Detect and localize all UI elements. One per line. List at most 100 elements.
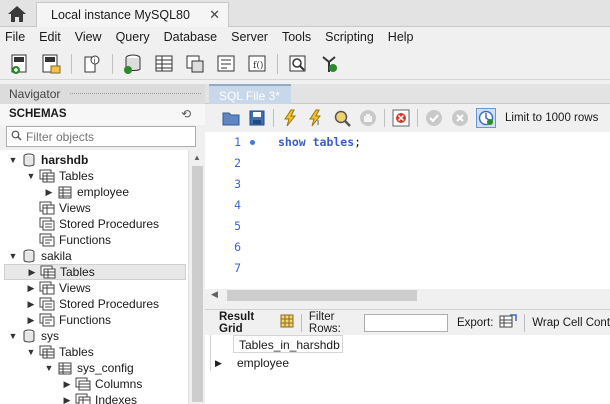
tree-item-sys[interactable]: ▼ sys [8, 328, 59, 344]
create-schema-icon[interactable] [122, 53, 144, 75]
result-grid-tab[interactable]: Result Grid [219, 311, 272, 335]
filter-rows-label: Filter Rows: [308, 310, 341, 335]
tree-scrollbar[interactable]: ▲ [188, 150, 205, 404]
svg-text:i: i [94, 57, 96, 65]
filter-rows-input[interactable] [363, 313, 448, 332]
export-icon[interactable] [499, 313, 518, 332]
menu-query[interactable]: Query [116, 30, 150, 44]
save-icon[interactable] [247, 108, 267, 128]
limit-rows-select[interactable]: Limit to 1000 rows [505, 112, 598, 124]
line-number: 3 [234, 177, 241, 191]
indexes-folder-icon [75, 393, 91, 404]
tree-item-columns[interactable]: ▶ Columns [62, 376, 143, 392]
tree-item-sakila-tables[interactable]: ▶ Tables [4, 264, 186, 280]
toolbar-separator [417, 109, 418, 127]
reconnect-icon[interactable] [318, 53, 340, 75]
rollback-x-icon[interactable] [450, 108, 470, 128]
tab-sql-file-3[interactable]: SQL File 3* [209, 84, 291, 104]
explain-magnifier-icon[interactable] [332, 108, 352, 128]
scroll-up-icon[interactable]: ▲ [193, 153, 201, 162]
tree-item-sakila-views[interactable]: ▶ Views [26, 280, 91, 296]
menu-file[interactable]: File [5, 30, 25, 44]
tree-item-sys-tables[interactable]: ▼ Tables [26, 344, 94, 360]
refresh-schemas-icon[interactable]: ⟲ [181, 107, 191, 121]
editor-horizontal-scrollbar[interactable]: ◀ [205, 289, 610, 302]
line-number: 6 [234, 240, 241, 254]
open-folder-icon[interactable] [221, 108, 241, 128]
schema-tree: ▼ harshdb ▼ Tables ▶ employee Views Stor… [0, 150, 188, 404]
open-sql-script-icon[interactable] [40, 53, 62, 75]
commit-check-icon[interactable] [424, 108, 444, 128]
tree-item-harshdb-views[interactable]: Views [36, 200, 91, 216]
expanded-arrow-icon[interactable]: ▼ [26, 347, 36, 357]
filter-objects-input[interactable] [26, 129, 186, 144]
menu-edit[interactable]: Edit [39, 30, 61, 44]
expanded-arrow-icon[interactable]: ▼ [8, 331, 18, 341]
tree-item-sakila-procedures[interactable]: ▶ Stored Procedures [26, 296, 160, 312]
collapsed-arrow-icon[interactable]: ▶ [62, 395, 72, 404]
stop-hand-icon[interactable] [358, 108, 378, 128]
scrollbar-thumb[interactable] [192, 166, 203, 402]
inspector-icon[interactable]: i [81, 53, 103, 75]
statement-marker-icon [250, 140, 255, 145]
collapsed-arrow-icon[interactable]: ▶ [27, 267, 37, 278]
tree-item-sakila-functions[interactable]: ▶ Functions [26, 312, 112, 328]
sql-editor[interactable]: 1 2 3 4 5 6 7 show tables; [205, 132, 610, 289]
tree-item-sakila[interactable]: ▼ sakila [8, 248, 72, 264]
collapsed-arrow-icon[interactable]: ▶ [62, 379, 72, 390]
tree-item-harshdb-procedures[interactable]: Stored Procedures [36, 216, 159, 232]
menu-scripting[interactable]: Scripting [325, 30, 374, 44]
column-header[interactable]: Tables_in_harshdb [233, 335, 343, 353]
tree-item-label: Stored Procedures [59, 297, 160, 311]
search-icon [11, 130, 22, 144]
collapsed-arrow-icon[interactable]: ▶ [44, 187, 54, 198]
results-toolbar: Result Grid Filter Rows: Export: Wrap Ce… [205, 309, 610, 335]
menu-tools[interactable]: Tools [282, 30, 311, 44]
menu-view[interactable]: View [75, 30, 102, 44]
menu-bar: File Edit View Query Database Server Too… [0, 27, 610, 47]
line-number-gutter: 1 2 3 4 5 6 7 [205, 132, 243, 289]
connection-tab[interactable]: Local instance MySQL80 ✕ [36, 2, 229, 27]
create-function-icon[interactable]: f() [246, 53, 268, 75]
new-sql-tab-icon[interactable] [9, 53, 31, 75]
close-tab-icon[interactable]: ✕ [209, 7, 220, 23]
collapsed-arrow-icon[interactable]: ▶ [26, 299, 36, 310]
code-line-1[interactable]: show tables; [278, 135, 361, 149]
tree-item-employee[interactable]: ▶ employee [44, 184, 130, 200]
menu-help[interactable]: Help [388, 30, 414, 44]
collapsed-arrow-icon[interactable]: ▶ [26, 283, 36, 294]
collapsed-arrow-icon[interactable]: ▶ [26, 315, 36, 326]
create-procedure-icon[interactable] [215, 53, 237, 75]
expanded-arrow-icon[interactable]: ▼ [26, 171, 36, 181]
expanded-arrow-icon[interactable]: ▼ [44, 363, 54, 373]
grid-layout-icon[interactable] [280, 314, 294, 331]
create-table-icon[interactable] [153, 53, 175, 75]
scroll-left-icon[interactable]: ◀ [211, 289, 218, 300]
schemas-header: SCHEMAS ⟲ [0, 104, 205, 125]
wrap-cell-content-option[interactable]: Wrap Cell Cont [532, 317, 610, 329]
title-bar: Local instance MySQL80 ✕ [0, 0, 610, 27]
tree-item-label: employee [77, 185, 130, 199]
create-view-icon[interactable] [184, 53, 206, 75]
tree-item-harshdb-tables[interactable]: ▼ Tables [26, 168, 94, 184]
home-icon[interactable] [4, 3, 30, 24]
expanded-arrow-icon[interactable]: ▼ [8, 155, 18, 165]
tree-item-indexes[interactable]: ▶ Indexes [62, 392, 137, 404]
menu-database[interactable]: Database [164, 30, 218, 44]
scrollbar-thumb[interactable] [227, 290, 417, 301]
autocommit-toggle-icon[interactable] [476, 108, 496, 128]
tree-item-harshdb[interactable]: ▼ harshdb [8, 152, 89, 168]
search-table-data-icon[interactable] [287, 53, 309, 75]
execute-lightning-icon[interactable] [280, 108, 300, 128]
tree-item-harshdb-functions[interactable]: Functions [36, 232, 111, 248]
table-row[interactable]: employee [233, 353, 343, 371]
database-icon [21, 329, 37, 343]
toggle-errors-icon[interactable] [391, 108, 411, 128]
filter-objects-field[interactable] [6, 126, 196, 147]
tree-item-label: sys [41, 329, 59, 343]
expanded-arrow-icon[interactable]: ▼ [8, 251, 18, 261]
toolbar-separator [277, 53, 278, 74]
execute-current-icon[interactable]: I [306, 108, 326, 128]
tree-item-sys-config[interactable]: ▼ sys_config [44, 360, 134, 376]
menu-server[interactable]: Server [231, 30, 268, 44]
